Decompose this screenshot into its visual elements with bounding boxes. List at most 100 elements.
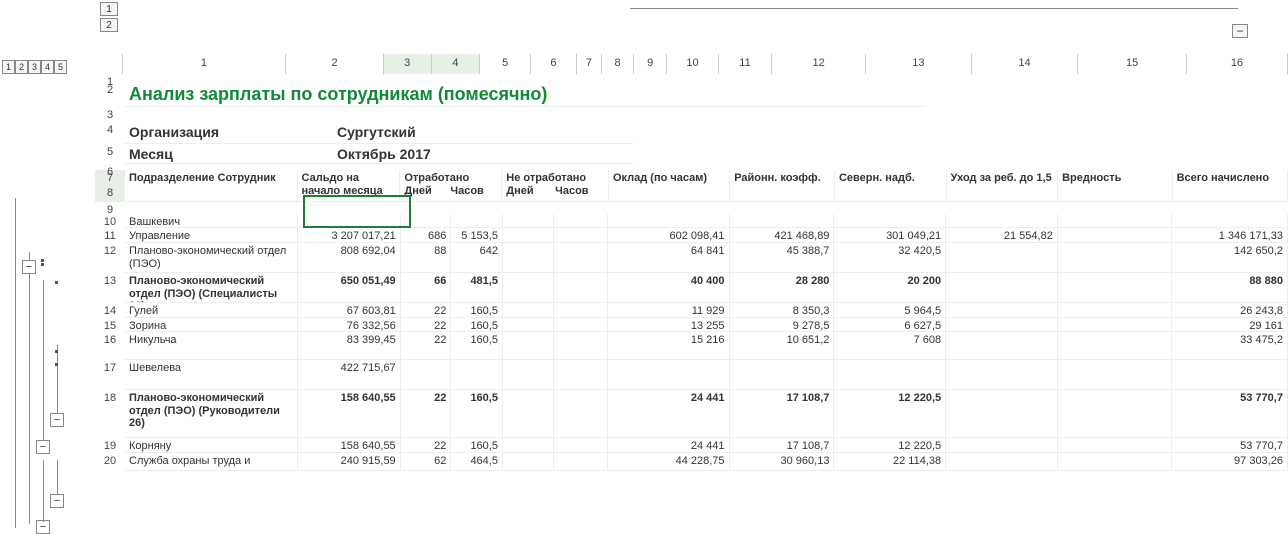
col-15[interactable]: 15 bbox=[1078, 54, 1187, 74]
col-16[interactable]: 16 bbox=[1187, 54, 1288, 74]
table-row[interactable]: Планово-экономический отдел (ПЭО)808 692… bbox=[125, 243, 1288, 273]
col-9[interactable]: 9 bbox=[634, 54, 667, 74]
select-all[interactable] bbox=[95, 54, 123, 74]
row-uhod bbox=[946, 360, 1058, 390]
table-row[interactable]: Гулей67 603,8122160,511 9298 350,35 964,… bbox=[125, 303, 1288, 318]
outline-collapse-20[interactable]: − bbox=[36, 520, 50, 534]
spreadsheet-grid[interactable]: Анализ зарплаты по сотрудникам (помесячн… bbox=[125, 74, 1288, 471]
outline-top-level-2[interactable]: 2 bbox=[100, 18, 118, 32]
row-saldo: 650 051,49 bbox=[298, 273, 401, 303]
row-7[interactable]: 7 bbox=[95, 170, 125, 185]
row-13[interactable]: 13 bbox=[95, 273, 125, 303]
row-nhours bbox=[554, 360, 609, 390]
outline-level-2[interactable]: 2 bbox=[15, 60, 28, 74]
row-rayon: 17 108,7 bbox=[730, 438, 835, 453]
table-row[interactable]: Планово-экономический отдел (ПЭО) (Специ… bbox=[125, 273, 1288, 303]
row-15[interactable]: 15 bbox=[95, 318, 125, 332]
outline-line-6 bbox=[43, 460, 44, 522]
col-14[interactable]: 14 bbox=[972, 54, 1079, 74]
row-5[interactable]: 5 bbox=[95, 144, 125, 164]
outline-collapse-11[interactable]: − bbox=[22, 260, 36, 274]
row-17[interactable]: 17 bbox=[95, 360, 125, 390]
row-9[interactable]: 9 bbox=[95, 202, 125, 214]
row-nhours bbox=[554, 228, 609, 243]
hdr-total: Всего начислено bbox=[1173, 170, 1288, 202]
row-19[interactable]: 19 bbox=[95, 438, 125, 453]
col-8[interactable]: 8 bbox=[602, 54, 634, 74]
outline-level-3[interactable]: 3 bbox=[28, 60, 41, 74]
col-3[interactable]: 3 bbox=[384, 54, 432, 74]
row-8[interactable]: 8 bbox=[95, 185, 125, 202]
row-rayon: 421 468,89 bbox=[730, 228, 835, 243]
row-12[interactable]: 12 bbox=[95, 243, 125, 273]
row-days: 22 bbox=[401, 303, 452, 318]
hdr-rayon: Районн. коэфф. bbox=[730, 170, 835, 202]
hdr-dept: Подразделение Сотрудник bbox=[125, 170, 298, 202]
hdr-oklad: Оклад (по часам) bbox=[609, 170, 730, 202]
outline-collapse-16[interactable]: − bbox=[50, 413, 64, 427]
row-14[interactable]: 14 bbox=[95, 303, 125, 318]
row-vred bbox=[1058, 332, 1173, 360]
col-6[interactable]: 6 bbox=[531, 54, 577, 74]
col-5[interactable]: 5 bbox=[480, 54, 531, 74]
row-uhod bbox=[946, 390, 1058, 438]
hdr-nhours: Часов bbox=[555, 185, 604, 198]
row-days bbox=[401, 360, 452, 390]
outline-collapse-19[interactable]: − bbox=[50, 494, 64, 508]
outline-top-level-1[interactable]: 1 bbox=[100, 2, 118, 16]
row-16[interactable]: 16 bbox=[95, 332, 125, 360]
row-vred bbox=[1058, 273, 1173, 303]
outline-dot bbox=[55, 281, 58, 284]
row-rayon bbox=[730, 360, 835, 390]
col-11[interactable]: 11 bbox=[719, 54, 772, 74]
row-11[interactable]: 11 bbox=[95, 228, 125, 243]
row-uhod bbox=[946, 438, 1058, 453]
outline-dot bbox=[55, 363, 58, 366]
row-sever: 12 220,5 bbox=[834, 438, 946, 453]
row-vred bbox=[1058, 438, 1173, 453]
table-row[interactable]: Шевелева422 715,67 bbox=[125, 360, 1288, 390]
row-ndays bbox=[503, 453, 554, 471]
col-1[interactable]: 1 bbox=[123, 54, 287, 74]
row-saldo: 83 399,45 bbox=[298, 332, 401, 360]
row-total: 33 475,2 bbox=[1172, 332, 1288, 360]
row-2[interactable]: 2 bbox=[95, 82, 125, 107]
col-12[interactable]: 12 bbox=[772, 54, 866, 74]
col-7[interactable]: 7 bbox=[577, 54, 602, 74]
col-10[interactable]: 10 bbox=[667, 54, 719, 74]
row-sever: 12 220,5 bbox=[834, 390, 946, 438]
table-row[interactable]: Управление3 207 017,216865 153,5602 098,… bbox=[125, 228, 1288, 243]
col-4[interactable]: 4 bbox=[432, 54, 481, 74]
table-row[interactable]: Зорина76 332,5622160,513 2559 278,56 627… bbox=[125, 318, 1288, 332]
outline-level-5[interactable]: 5 bbox=[54, 60, 67, 74]
row-10[interactable]: 10 bbox=[95, 214, 125, 228]
row-sever bbox=[834, 214, 946, 228]
table-row[interactable]: Планово-экономический отдел (ПЭО) (Руков… bbox=[125, 390, 1288, 438]
outline-top-collapse[interactable]: − bbox=[1232, 24, 1248, 38]
table-row[interactable]: Никульча83 399,4522160,515 21610 651,27 … bbox=[125, 332, 1288, 360]
outline-collapse-17[interactable]: − bbox=[36, 440, 50, 454]
table-row[interactable]: Служба охраны труда и240 915,5962464,544… bbox=[125, 453, 1288, 471]
col-2[interactable]: 2 bbox=[286, 54, 383, 74]
row-days: 66 bbox=[401, 273, 452, 303]
row-hours: 160,5 bbox=[451, 390, 503, 438]
row-4[interactable]: 4 bbox=[95, 122, 125, 144]
row-saldo: 808 692,04 bbox=[298, 243, 401, 273]
row-sever: 20 200 bbox=[834, 273, 946, 303]
table-row[interactable]: Вашкевич bbox=[125, 214, 1288, 228]
row-uhod bbox=[946, 453, 1058, 471]
outline-level-4[interactable]: 4 bbox=[41, 60, 54, 74]
row-1[interactable]: 1 bbox=[95, 74, 125, 82]
outline-level-1[interactable]: 1 bbox=[2, 60, 15, 74]
row-18[interactable]: 18 bbox=[95, 390, 125, 438]
row-days: 22 bbox=[401, 390, 452, 438]
col-13[interactable]: 13 bbox=[866, 54, 972, 74]
row-3[interactable]: 3 bbox=[95, 107, 125, 122]
row-20[interactable]: 20 bbox=[95, 453, 125, 483]
table-row[interactable]: Корняну158 640,5522160,524 44117 108,712… bbox=[125, 438, 1288, 453]
row-saldo: 240 915,59 bbox=[298, 453, 401, 471]
row-nhours bbox=[554, 390, 609, 438]
hdr-ndays: Дней bbox=[506, 185, 555, 198]
month-label: Месяц bbox=[125, 144, 303, 164]
row-hours: 160,5 bbox=[451, 318, 503, 332]
